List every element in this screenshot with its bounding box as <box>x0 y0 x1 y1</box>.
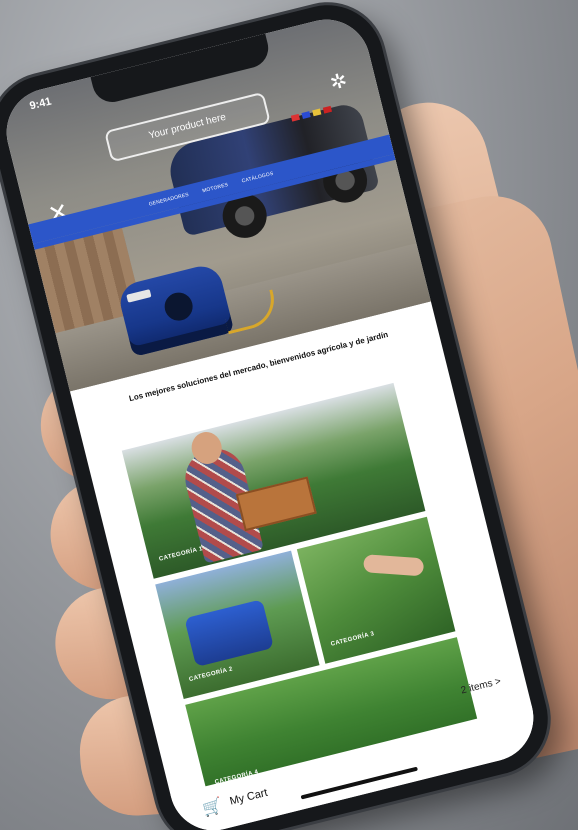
photo-scene: 9:41 Your product here ✲ ✕ GENERADORES M… <box>0 0 578 830</box>
nav-item-catalogos[interactable]: CATÁLOGOS <box>241 171 274 185</box>
tractor-figure <box>184 599 274 668</box>
hand-figure <box>363 554 425 577</box>
category-tile-3[interactable]: CATEGORÍA 3 <box>296 516 456 664</box>
nav-item-motores[interactable]: MOTORES <box>202 182 229 194</box>
generator-panel <box>161 289 196 324</box>
gear-icon[interactable]: ✲ <box>327 68 350 96</box>
cart-icon: 🛒 <box>201 797 225 819</box>
tile-label: CATEGORÍA 2 <box>188 666 234 684</box>
tile-label: CATEGORÍA 3 <box>330 631 376 648</box>
tile-label: CATEGORÍA 1 <box>158 546 204 563</box>
cart-label: My Cart <box>228 786 269 808</box>
status-time: 9:41 <box>28 95 53 113</box>
generator-logo <box>126 289 152 303</box>
